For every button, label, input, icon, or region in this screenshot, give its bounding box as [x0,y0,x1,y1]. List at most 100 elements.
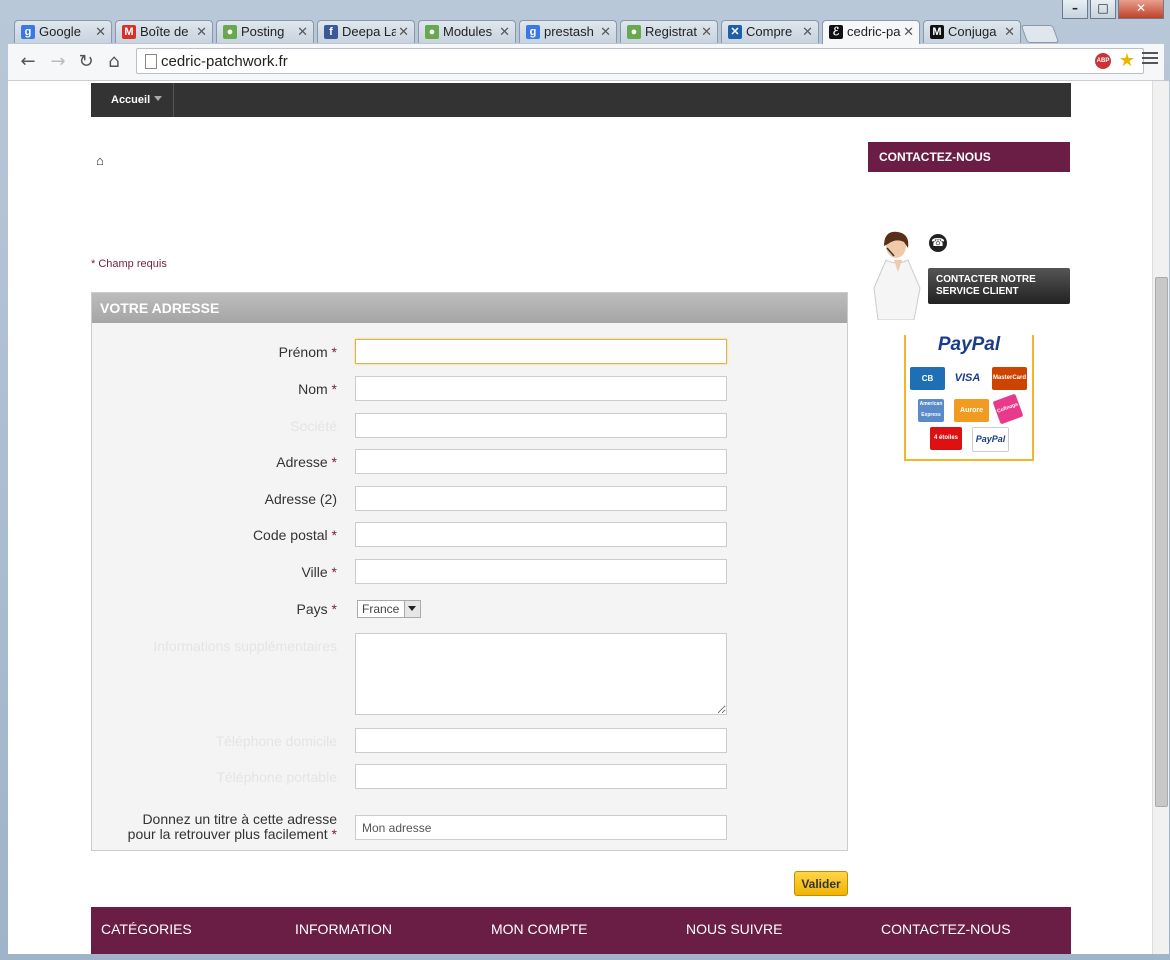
field-label: Code postal * [252,527,337,543]
vertical-scrollbar[interactable] [1152,81,1169,954]
prenom-input[interactable] [355,339,727,364]
contact-title: CONTACTEZ-NOUS [868,142,1070,172]
maximize-icon[interactable]: □ [1090,0,1116,19]
field-label: Informations supplémentaires [153,638,337,654]
home-icon[interactable]: ⌂ [102,50,126,74]
browser-window: – □ ✕ g Google ✕ M Boîte de ✕ ● Posting ✕ f Deepa … [0,0,1170,960]
nom-input[interactable] [355,376,727,401]
field-label: Nom * [298,381,337,397]
tools-icon: ✕ [728,25,742,39]
footer-account[interactable]: MON COMPTE [491,921,587,937]
close-tab-icon[interactable]: ✕ [802,24,813,40]
prestashop-icon: ● [627,25,641,39]
chevron-down-icon[interactable] [404,601,420,617]
field-label: Ville * [301,564,337,580]
paypal-logo: PayPal [906,334,1032,356]
infos-textarea[interactable] [355,633,727,715]
4-etoiles-card-icon: 4 étoiles [930,427,962,450]
ville-input[interactable] [355,559,727,584]
field-label: Adresse (2) [264,491,337,507]
contact-service-button[interactable]: CONTACTER NOTRE SERVICE CLIENT [928,268,1070,304]
facebook-icon: f [324,25,338,39]
close-tab-icon[interactable]: ✕ [196,24,207,40]
browser-tab[interactable]: ● Modules ✕ [418,20,516,43]
payment-methods: PayPal CB VISA MasterCard American Expre… [904,334,1034,461]
footer: CATÉGORIES INFORMATION MON COMPTE NOUS S… [91,907,1071,954]
tab-label: Posting [241,24,285,39]
page-viewport: Accueil ⌂ * Champ requis VOTRE ADRESSE P… [8,81,1152,954]
adresse2-input[interactable] [355,486,727,511]
browser-tab[interactable]: ℰcedric-pa ✕ [822,20,920,44]
paypal-card-icon: PayPal [972,427,1009,452]
browser-tab[interactable]: ✕ Compre ✕ [721,20,819,43]
close-tab-icon[interactable]: ✕ [297,24,308,40]
close-tab-icon[interactable]: ✕ [398,24,409,40]
tab-label: Deepa La [342,24,396,39]
close-tab-icon[interactable]: ✕ [1004,24,1015,40]
visa-card-icon: VISA [950,367,985,390]
nav-item-label: Accueil [111,94,151,106]
tel-domicile-input[interactable] [355,728,727,753]
societe-input[interactable] [355,413,727,438]
scrollbar-thumb[interactable] [1155,277,1168,807]
browser-tab[interactable]: ● Posting ✕ [216,20,314,43]
page-icon [145,54,157,69]
submit-button[interactable]: Valider [794,871,848,896]
prestashop-icon: ● [425,25,439,39]
field-label: Adresse * [276,454,337,470]
new-tab-button[interactable] [1020,25,1060,43]
tab-label: Boîte de [140,24,189,39]
google-icon: g [21,25,35,39]
back-arrow-icon[interactable]: ← [16,50,40,74]
browser-tab[interactable]: M Conjuga ✕ [923,20,1021,43]
section-title: VOTRE ADRESSE [92,293,847,323]
browser-tab[interactable]: ● Registrat ✕ [620,20,718,43]
footer-follow[interactable]: NOUS SUIVRE [686,921,782,937]
field-label: Pays * [296,601,337,617]
close-tab-icon[interactable]: ✕ [600,24,611,40]
amex-card-icon: American Express [918,399,944,422]
breadcrumb-home-icon[interactable]: ⌂ [96,153,104,168]
tab-label: cedric-pa [847,24,901,39]
field-label: Société [290,418,337,434]
close-tab-icon[interactable]: ✕ [95,24,106,40]
tab-label: Modules [443,24,493,39]
tel-portable-input[interactable] [355,764,727,789]
reload-icon[interactable]: ↻ [74,50,98,74]
google-icon: g [526,25,540,39]
browser-tab[interactable]: f Deepa La ✕ [317,20,415,43]
browser-tab[interactable]: M Boîte de ✕ [115,20,213,43]
pays-select[interactable]: France [357,600,421,618]
footer-categories[interactable]: CATÉGORIES [101,921,192,937]
alias-input[interactable] [355,815,727,840]
browser-toolbar: ← → ↻ ⌂ cedric-patchwork.fr ABP ★ [8,44,1164,81]
close-window-icon[interactable]: ✕ [1118,0,1164,19]
phone-icon: ☎ [929,234,947,252]
code-postal-input[interactable] [355,522,727,547]
required-note: * Champ requis [91,258,167,270]
pays-selected-value: France [362,602,400,616]
window-controls: – □ ✕ [1062,0,1164,19]
address-bar[interactable]: cedric-patchwork.fr ABP ★ [136,48,1144,74]
tab-label: Conjuga [948,24,997,39]
nav-item-accueil[interactable]: Accueil [91,83,174,117]
close-tab-icon[interactable]: ✕ [903,24,914,40]
url-text[interactable]: cedric-patchwork.fr [161,53,288,70]
adblock-icon[interactable]: ABP [1095,53,1111,69]
tab-label: prestash [544,24,594,39]
menu-icon[interactable] [1142,52,1158,67]
close-tab-icon[interactable]: ✕ [701,24,712,40]
browser-tab[interactable]: g Google ✕ [14,20,112,43]
footer-information[interactable]: INFORMATION [295,921,392,937]
adresse-input[interactable] [355,449,727,474]
tab-label: Registrat [645,24,698,39]
forward-arrow-icon[interactable]: → [46,50,70,74]
browser-tab[interactable]: g prestash ✕ [519,20,617,43]
minimize-icon[interactable]: – [1062,0,1088,19]
close-tab-icon[interactable]: ✕ [499,24,510,40]
footer-contact[interactable]: CONTACTEZ-NOUS [881,921,1011,937]
bookmark-star-icon[interactable]: ★ [1119,50,1135,71]
field-label: Téléphone domicile [215,733,337,749]
mastercard-icon: MasterCard [992,367,1027,390]
field-label: Donnez un titre à cette adresse pour la r… [127,811,337,842]
